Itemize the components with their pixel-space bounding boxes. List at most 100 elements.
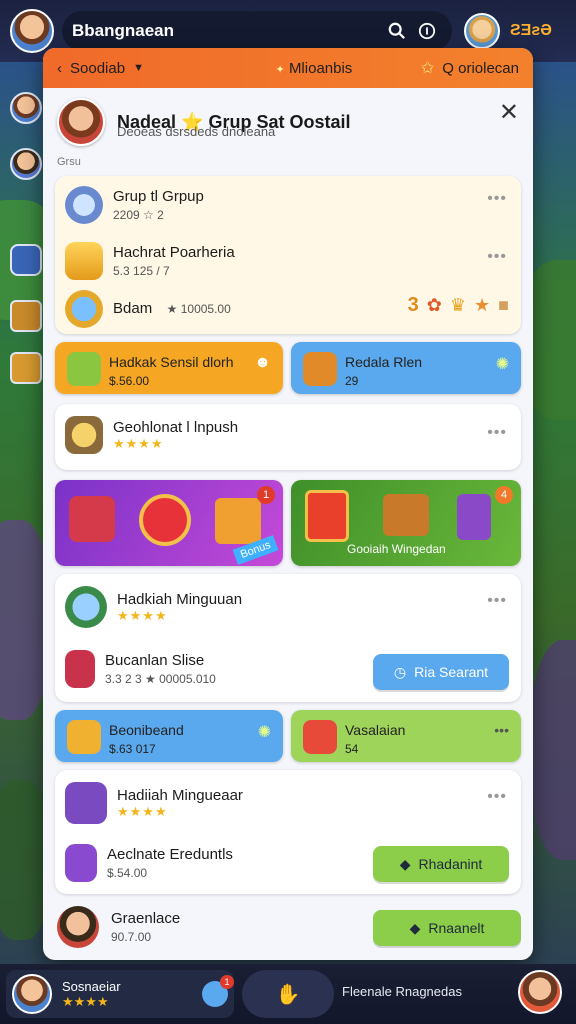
banner-caption: Gooiaih Wingedan xyxy=(347,542,446,556)
reward-tile[interactable]: Vasalaian 54 ••• xyxy=(291,710,521,762)
claim-button-label: Ria Searant xyxy=(414,664,489,680)
more-icon[interactable]: ••• xyxy=(494,722,509,738)
item-art xyxy=(457,494,491,540)
gift-box-icon xyxy=(67,720,101,754)
reward-icons: 3 ✿ ♛ ★ ■ xyxy=(408,294,509,317)
star-rating: ★★★★ xyxy=(117,803,168,819)
list-item[interactable]: Grup tl Grpup 2209 ☆ 2 xyxy=(65,186,204,224)
phone-icon xyxy=(65,650,95,688)
list-item[interactable]: Hadkiah Minguuan ★★★★ xyxy=(65,586,242,628)
achievement-card[interactable]: Geohlonat l lnpush ★★★★ ••• xyxy=(55,404,521,470)
group-items-card: Grup tl Grpup 2209 ☆ 2 ••• Hachrat Poarh… xyxy=(55,176,521,334)
claim-button-2[interactable]: ◆ Rhadanint xyxy=(373,846,509,882)
globe-icon[interactable]: 1 xyxy=(202,975,234,1007)
player-avatar[interactable] xyxy=(10,9,54,53)
player-avatar-small xyxy=(57,906,99,948)
ribbon-icon: ✿ xyxy=(426,295,442,315)
search-icon[interactable] xyxy=(382,16,412,46)
bundle-banner[interactable]: 1 Bonus xyxy=(55,480,283,566)
more-icon[interactable]: ••• xyxy=(487,788,507,806)
sparkle-icon: ✦ xyxy=(275,63,285,76)
side-avatar-1[interactable] xyxy=(10,92,42,124)
profile-avatar[interactable] xyxy=(518,970,562,1014)
chevron-left-icon[interactable]: ‹ xyxy=(57,60,62,77)
close-icon[interactable]: ✕ xyxy=(499,98,519,127)
list-item: Graenlace 90.7.00 xyxy=(57,906,180,948)
reward-tile[interactable]: Beonibeand $.63 017 ✺ xyxy=(55,710,283,762)
header-right[interactable]: ✩ Q oriolecan xyxy=(421,58,519,78)
item-title: Hadkiah Minguuan xyxy=(117,590,243,608)
bottom-bar: Sosnaeiar ★★★★ 1 ✋ Fleenale Rnagnedas xyxy=(0,964,576,1024)
tile-sub: $.63 017 xyxy=(109,742,156,756)
list-item[interactable]: Hachrat Poarheria 5.3 125 / 7 xyxy=(65,242,235,280)
tile-title: Vasalaian xyxy=(345,722,406,738)
tile-title: Beonibeand xyxy=(109,722,184,738)
chest-icon xyxy=(303,352,337,386)
tile-sub: $.56.00 xyxy=(109,374,150,388)
list-item: Bucanlan Slise 3.3 2 3 ★ 00005.010 xyxy=(65,650,216,688)
search-bar[interactable]: Bbangnaean xyxy=(62,11,452,51)
reward-tile[interactable]: Hadkak Sensil dlorh $.56.00 ☻ xyxy=(55,342,283,394)
list-item[interactable]: Bdam ★ 10005.00 xyxy=(65,290,231,328)
item-sub: 5.3 125 / 7 xyxy=(113,264,170,278)
claim-button-3[interactable]: ◆ Rnaanelt xyxy=(373,910,521,946)
star-rating: ★★★★ xyxy=(117,607,168,623)
coin-counter: ƧƎƨƏ xyxy=(510,22,552,39)
more-icon[interactable]: ••• xyxy=(487,592,507,610)
more-icon[interactable]: ••• xyxy=(487,248,507,266)
item-art xyxy=(383,494,429,536)
item-art xyxy=(139,494,191,546)
side-item-icon[interactable] xyxy=(10,244,42,276)
side-chest-icon[interactable] xyxy=(10,300,42,332)
bottom-user-panel[interactable]: Sosnaeiar ★★★★ 1 xyxy=(6,970,234,1018)
item-title: Geohlonat l lnpush xyxy=(113,418,239,436)
notif-badge: 4 xyxy=(495,486,513,504)
hand-icon: ✋ xyxy=(275,983,301,1006)
item-art xyxy=(305,490,349,542)
item-sub: 90.7.00 xyxy=(111,930,152,944)
trophy-icon: ♛ xyxy=(449,295,466,315)
bundle-banner[interactable]: 4 Gooiaih Wingedan xyxy=(291,480,521,566)
reward-tile[interactable]: Redala Rlen 29 ✺ xyxy=(291,342,521,394)
header-center[interactable]: ✦ Mlioanbis xyxy=(207,60,421,77)
item-title: Hadiiah Mingueaar xyxy=(117,786,243,804)
tile-sub: 29 xyxy=(345,374,359,388)
back-dropdown[interactable]: ‹ Soodiab ▼ xyxy=(57,60,207,77)
weekly-reward-card-2: Hadiiah Mingueaar ★★★★ ••• Aeclnate Ered… xyxy=(55,770,521,894)
home-button[interactable]: ✋ xyxy=(242,970,334,1018)
book-icon xyxy=(65,844,97,882)
more-icon[interactable]: ••• xyxy=(487,424,507,442)
barrel-icon xyxy=(65,586,107,628)
item-title: Bucanlan Slise xyxy=(105,652,205,669)
side-box-icon[interactable] xyxy=(10,352,42,384)
side-avatar-2[interactable] xyxy=(10,148,42,180)
info-icon[interactable] xyxy=(412,16,442,46)
notif-badge: 1 xyxy=(257,486,275,504)
item-sub: 2209 ☆ 2 xyxy=(113,208,164,222)
box-icon: ■ xyxy=(498,295,509,315)
notif-badge: 1 xyxy=(220,975,234,989)
bottom-status-text: Fleenale Rnagnedas xyxy=(342,984,462,999)
gift-icon xyxy=(67,352,101,386)
item-title: Graenlace xyxy=(111,910,181,927)
group-header: Nadeal ⭐ Grup Sat Oostail ✕ xyxy=(43,88,533,156)
star-rating: ★★★★ xyxy=(113,435,164,451)
crate-icon xyxy=(65,782,107,824)
treasure-icon xyxy=(65,416,103,454)
list-item[interactable]: Hadiiah Mingueaar ★★★★ xyxy=(65,782,243,824)
group-avatar xyxy=(57,98,105,146)
coin-stack-icon xyxy=(65,242,103,280)
tile-title: Hadkak Sensil dlorh xyxy=(109,354,234,370)
mascot-icon: ☻ xyxy=(254,354,271,371)
group-subtitle: Deoeas dsrsdeds dnoleana xyxy=(117,124,276,139)
claim-button[interactable]: ◷ Ria Searant xyxy=(373,654,509,690)
item-sub: ★ 10005.00 xyxy=(166,302,231,316)
star-icon: ★ xyxy=(473,295,491,315)
claim-button-label: Rnaanelt xyxy=(428,920,485,936)
more-icon[interactable]: ••• xyxy=(487,190,507,208)
weekly-reward-card: Hadkiah Minguuan ★★★★ ••• Bucanlan Slise… xyxy=(55,574,521,702)
friend-avatar[interactable] xyxy=(464,13,500,49)
ticket-icon: ◆ xyxy=(399,855,411,872)
cake-icon xyxy=(303,720,337,754)
item-title: Hachrat Poarheria xyxy=(113,244,235,261)
